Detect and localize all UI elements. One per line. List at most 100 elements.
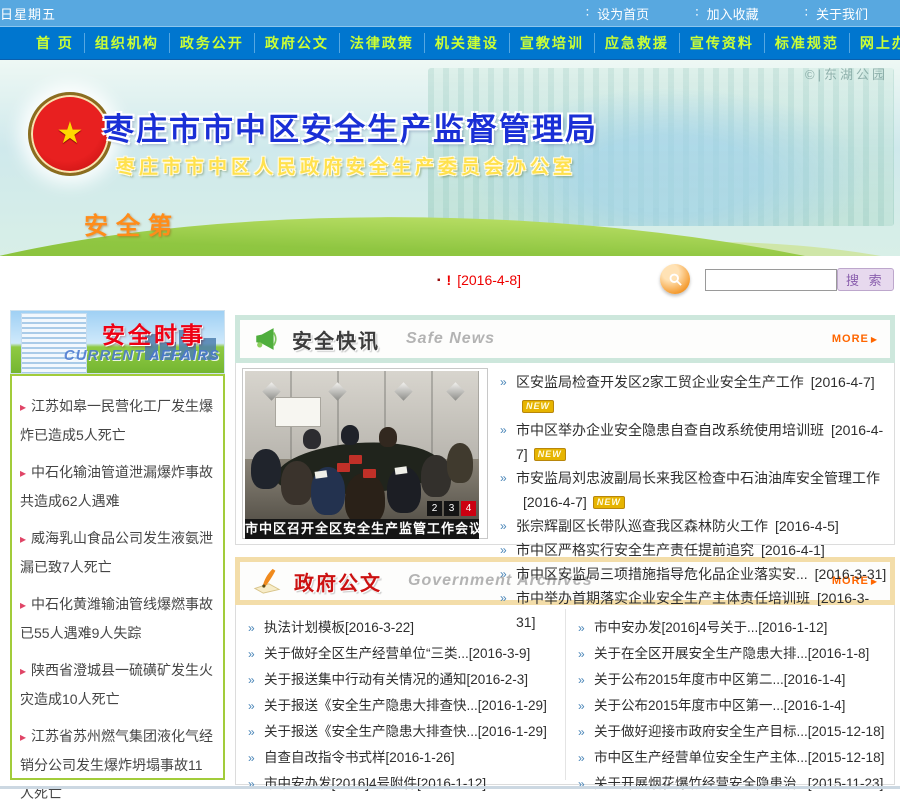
doc-item[interactable]: »关于公布2015年度市中区第一...[2016-1-4]: [578, 693, 884, 719]
nav-item-law-policy[interactable]: 法律政策: [339, 33, 424, 53]
add-favorites-link[interactable]: ∶ 加入收藏: [695, 4, 758, 23]
news-item[interactable]: »张宗辉副区长带队巡查我区森林防火工作[2016-4-5]: [500, 514, 888, 538]
doc-link[interactable]: 关于报送《安全生产隐患大排查快...: [264, 698, 478, 713]
sidebar-title-en: CURRENT AFFAIRS: [64, 347, 220, 364]
nav-item-training[interactable]: 宣教培训: [509, 33, 594, 53]
sidebar-news-item[interactable]: ▸陕西省澄城县一硫磺矿发生火灾造成10人死亡: [20, 656, 215, 713]
double-arrow-icon: »: [578, 667, 585, 693]
doc-link[interactable]: 关于做好迎接市政府安全生产目标...: [594, 724, 808, 739]
nav-item-emergency-rescue[interactable]: 应急救援: [594, 33, 679, 53]
news-item[interactable]: »市中区严格实行安全生产责任提前追究[2016-4-1]: [500, 538, 888, 562]
double-arrow-icon: »: [500, 586, 507, 610]
nav-item-gov-documents[interactable]: 政府公文: [254, 33, 339, 53]
news-link[interactable]: 区安监局检查开发区2家工贸企业安全生产工作: [516, 374, 804, 390]
about-us-link[interactable]: ∶ 关于我们: [805, 4, 868, 23]
arrow-right-icon: ▶: [871, 335, 878, 344]
doc-link[interactable]: 关于公布2015年度市中区第一...: [594, 698, 784, 713]
double-arrow-icon: »: [578, 771, 585, 797]
notice-marquee[interactable]: ▪ ! [2016-4-8]: [437, 272, 521, 288]
gov-docs-title-cn: 政府公文: [294, 567, 382, 596]
double-arrow-icon: »: [578, 693, 585, 719]
doc-link[interactable]: 关于在全区开展安全生产隐患大排...: [594, 646, 808, 661]
news-link[interactable]: 市中区安监局三项措施指导危化品企业落实安...: [516, 566, 808, 582]
doc-date: [2015-12-18]: [808, 750, 884, 765]
news-item[interactable]: »市安监局刘忠波副局长来我区检查中石油油库安全管理工作[2016-4-7]NEW: [500, 466, 888, 514]
topbar: 日星期五 ∶ 设为首页 ∶ 加入收藏 ∶ 关于我们: [0, 0, 900, 26]
sidebar-current-affairs: 安全时事 CURRENT AFFAIRS ▸江苏如皋一民营化工厂发生爆炸已造成5…: [10, 310, 225, 780]
double-arrow-icon: »: [500, 562, 507, 586]
doc-item[interactable]: »自查自改指令书式样[2016-1-26]: [248, 745, 555, 771]
news-date: [2016-4-7]: [523, 494, 587, 510]
doc-item[interactable]: »市中安办发[2016]4号附件[2016-1-12]: [248, 771, 555, 797]
doc-item[interactable]: »市中安办发[2016]4号关于...[2016-1-12]: [578, 615, 884, 641]
add-favorites-label: 加入收藏: [707, 4, 759, 23]
sidebar-news-item[interactable]: ▸中石化输油管道泄漏爆炸事故共造成62人遇难: [20, 458, 215, 515]
nav-item-home[interactable]: 首 页: [26, 33, 84, 53]
news-link[interactable]: 市安监局刘忠波副局长来我区检查中石油油库安全管理工作: [516, 470, 880, 486]
doc-item[interactable]: »关于公布2015年度市中区第二...[2016-1-4]: [578, 667, 884, 693]
double-arrow-icon: »: [500, 370, 507, 394]
person-silhouette: [303, 429, 321, 449]
news-link[interactable]: 市中区举办企业安全隐患自查自改系统使用培训班: [516, 422, 824, 438]
news-date: [2016-4-7]: [811, 374, 875, 390]
news-link[interactable]: 市中举办首期落实企业安全生产主体责任培训班: [516, 590, 810, 606]
doc-item[interactable]: » 关于报送集中行动有关情况的通知[2016-2-3]: [248, 667, 555, 693]
sidebar-news-item[interactable]: ▸江苏省苏州燃气集团液化气经销分公司发生爆炸坍塌事故11人死亡: [20, 722, 215, 807]
nav-item-gov-affairs[interactable]: 政务公开: [169, 33, 254, 53]
news-link[interactable]: 张宗辉副区长带队巡查我区森林防火工作: [516, 518, 768, 534]
doc-item[interactable]: »关于报送《安全生产隐患大排查快...[2016-1-29]: [248, 693, 555, 719]
doc-date: [2015-12-18]: [808, 724, 884, 739]
news-link[interactable]: 市中区严格实行安全生产责任提前追究: [516, 542, 754, 558]
doc-link[interactable]: 关于报送《安全生产隐患大排查快...: [264, 724, 478, 739]
doc-item[interactable]: »关于报送《安全生产隐患大排查快...[2016-1-29]: [248, 719, 555, 745]
sidebar-header-image: 安全时事 CURRENT AFFAIRS: [10, 310, 225, 374]
nav-item-publicity[interactable]: 宣传资料: [679, 33, 764, 53]
doc-item[interactable]: » 市中区生产经营单位安全生产主体...[2015-12-18]: [578, 745, 884, 771]
nav-item-standards[interactable]: 标准规范: [764, 33, 849, 53]
sidebar-news-item[interactable]: ▸中石化黄潍输油管线爆燃事故已55人遇难9人失踪: [20, 590, 215, 647]
doc-item[interactable]: »关于做好迎接市政府安全生产目标...[2015-12-18]: [578, 719, 884, 745]
doc-item[interactable]: »执法计划模板[2016-3-22]: [248, 615, 555, 641]
doc-item[interactable]: »关于开展烟花爆竹经营安全隐患治...[2015-11-23]: [578, 771, 884, 797]
gov-docs-right-column: »市中安办发[2016]4号关于...[2016-1-12] » 关于在全区开展安…: [565, 609, 894, 780]
news-item[interactable]: » 市中区安监局三项措施指导危化品企业落实安... [2016-3-31]: [500, 562, 888, 586]
nav-item-organization[interactable]: 组织机构: [84, 33, 169, 53]
safe-news-title-cn: 安全快讯: [292, 325, 380, 354]
nav-item-online-service[interactable]: 网上办事: [849, 33, 900, 53]
news-photo-box[interactable]: 2 3 4 市中区召开全区安全生产监管工作会议: [242, 368, 488, 539]
safe-news-more-link[interactable]: MORE ▶: [832, 333, 878, 345]
doc-item[interactable]: »关于做好全区生产经营单位“三类...[2016-3-9]: [248, 641, 555, 667]
news-item[interactable]: »市中区举办企业安全隐患自查自改系统使用培训班[2016-4-7]NEW: [500, 418, 888, 466]
pagination-page-4-active[interactable]: 4: [461, 501, 476, 516]
doc-date: [2016-1-8]: [808, 646, 870, 661]
colon-icon: ∶: [695, 5, 698, 21]
nav-item-agency-building[interactable]: 机关建设: [424, 33, 509, 53]
search-input[interactable]: [705, 269, 837, 291]
sidebar-news-item[interactable]: ▸威海乳山食品公司发生液氨泄漏已致7人死亡: [20, 524, 215, 581]
double-arrow-icon: »: [248, 615, 255, 641]
new-badge: NEW: [534, 448, 566, 461]
news-item[interactable]: »区安监局检查开发区2家工贸企业安全生产工作[2016-4-7]NEW: [500, 370, 888, 418]
doc-link[interactable]: 市中区生产经营单位安全生产主体...: [594, 750, 808, 765]
doc-link[interactable]: 自查自改指令书式样: [264, 750, 386, 765]
search-row: ▪ ! [2016-4-8] 搜 索: [0, 256, 900, 310]
double-arrow-icon: »: [248, 667, 255, 693]
search-button[interactable]: 搜 索: [837, 268, 894, 291]
pagination-page-3[interactable]: 3: [444, 501, 459, 516]
doc-link[interactable]: 关于公布2015年度市中区第二...: [594, 672, 784, 687]
main-nav: 首 页 组织机构 政务公开 政府公文 法律政策 机关建设 宣教培训 应急救援 宣…: [0, 26, 900, 60]
doc-date: [2016-2-3]: [467, 672, 529, 687]
doc-link[interactable]: 市中安办发[2016]4号关于...: [594, 620, 758, 635]
doc-link[interactable]: 关于报送集中行动有关情况的通知: [264, 672, 467, 687]
doc-link[interactable]: 关于做好全区生产经营单位“三类...: [264, 646, 469, 661]
double-arrow-icon: »: [578, 745, 585, 771]
double-arrow-icon: »: [578, 641, 585, 667]
doc-item[interactable]: » 关于在全区开展安全生产隐患大排...[2016-1-8]: [578, 641, 884, 667]
doc-link[interactable]: 执法计划模板: [264, 620, 345, 635]
colon-icon: ∶: [805, 5, 808, 21]
news-date: [2016-3-31]: [815, 566, 887, 582]
pagination-page-2[interactable]: 2: [427, 501, 442, 516]
photo-caption[interactable]: 市中区召开全区安全生产监管工作会议: [245, 519, 479, 539]
sidebar-news-item[interactable]: ▸江苏如皋一民营化工厂发生爆炸已造成5人死亡: [20, 392, 215, 449]
set-homepage-link[interactable]: ∶ 设为首页: [586, 4, 649, 23]
